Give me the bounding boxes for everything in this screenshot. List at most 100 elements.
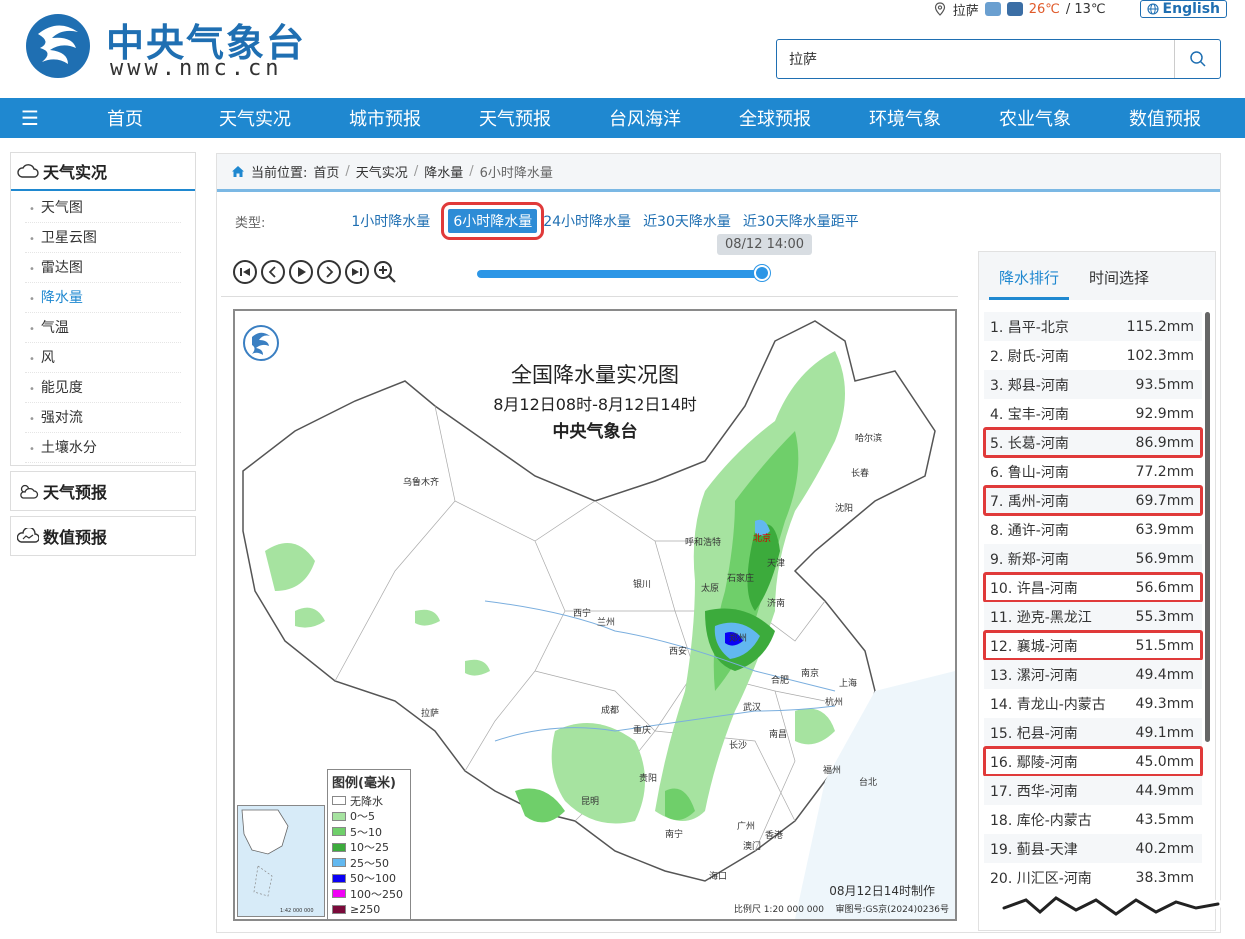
legend-label: 25～50 <box>350 856 389 870</box>
sidebar-head-numerical[interactable]: 数值预报 <box>11 517 195 555</box>
breadcrumb-home[interactable]: 首页 <box>313 162 339 181</box>
nav-observations[interactable]: 天气实况 <box>190 105 320 131</box>
ranking-panel: 降水排行 时间选择 1. 昌平-北京 115.2mm 2. 尉氏-河南 102.3mm… <box>978 251 1216 931</box>
next-frame-button[interactable] <box>317 260 341 284</box>
breadcrumb-observations[interactable]: 天气实况 <box>356 162 408 181</box>
ranking-row[interactable]: 10. 许昌-河南 56.6mm <box>983 572 1203 603</box>
precip-value: 56.9mm <box>1135 550 1194 567</box>
precipitation-map[interactable]: 乌鲁木齐 哈尔滨 长春 沈阳 呼和浩特 北京 天津 银川 太原 石家庄 济南 西… <box>233 309 957 921</box>
ranking-row[interactable]: 17. 西华-河南 44.9mm <box>984 776 1202 805</box>
ranking-row[interactable]: 8. 通许-河南 63.9mm <box>984 515 1202 544</box>
tab-ranking[interactable]: 降水排行 <box>989 267 1070 300</box>
sidebar-head-label: 数值预报 <box>43 528 108 547</box>
menu-icon[interactable]: ☰ <box>0 98 60 138</box>
station-name: 2. 尉氏-河南 <box>990 348 1069 365</box>
ranking-row[interactable]: 11. 逊克-黑龙江 55.3mm <box>984 602 1202 631</box>
sidebar-item-temperature[interactable]: 气温 <box>25 313 181 343</box>
ranking-row[interactable]: 5. 长葛-河南 86.9mm <box>983 427 1203 458</box>
nav-home[interactable]: 首页 <box>60 105 190 131</box>
tab-time-select[interactable]: 时间选择 <box>1079 267 1159 300</box>
ranking-row[interactable]: 3. 郏县-河南 93.5mm <box>984 370 1202 399</box>
precip-value: 40.2mm <box>1135 840 1194 857</box>
nav-global-forecast[interactable]: 全球预报 <box>710 105 840 131</box>
type-30d[interactable]: 近30天降水量 <box>643 211 731 231</box>
sidebar-head-observations[interactable]: 天气实况 <box>11 153 195 191</box>
type-30d-anomaly[interactable]: 近30天降水量距平 <box>743 211 859 231</box>
legend-row: 0～5 <box>332 809 406 825</box>
ranking-row[interactable]: 4. 宝丰-河南 92.9mm <box>984 399 1202 428</box>
station-name: 4. 宝丰-河南 <box>990 406 1069 423</box>
play-button[interactable] <box>289 260 313 284</box>
ranking-row[interactable]: 14. 青龙山-内蒙古 49.3mm <box>984 689 1202 718</box>
cloud-icon <box>17 164 39 178</box>
time-slider-track[interactable] <box>477 270 767 278</box>
sidebar-head-forecast[interactable]: 天气预报 <box>11 472 195 510</box>
sidebar-section-forecast[interactable]: 天气预报 <box>10 471 196 511</box>
ranking-row[interactable]: 7. 禹州-河南 69.7mm <box>983 485 1203 516</box>
ranking-row[interactable]: 9. 新郑-河南 56.9mm <box>984 544 1202 573</box>
prev-frame-button[interactable] <box>261 260 285 284</box>
sidebar-section-numerical[interactable]: 数值预报 <box>10 516 196 556</box>
map-title: 全国降水量实况图 <box>511 363 679 387</box>
precip-value: 69.7mm <box>1135 492 1194 509</box>
city-label: 银川 <box>633 578 651 590</box>
ranking-row[interactable]: 19. 蓟县-天津 40.2mm <box>984 834 1202 863</box>
city-label: 香港 <box>765 829 783 841</box>
sidebar-item-weather-map[interactable]: 天气图 <box>25 193 181 223</box>
city-label: 西宁 <box>573 607 591 619</box>
time-slider-handle[interactable] <box>754 265 770 281</box>
home-icon <box>232 166 244 177</box>
station-name: 18. 库伦-内蒙古 <box>990 812 1092 829</box>
current-location[interactable]: 拉萨 <box>953 0 979 19</box>
nav-typhoon-ocean[interactable]: 台风海洋 <box>580 105 710 131</box>
breadcrumb-precipitation[interactable]: 降水量 <box>424 162 463 181</box>
time-tooltip: 08/12 14:00 <box>717 234 813 255</box>
last-frame-button[interactable] <box>345 260 369 284</box>
search-input[interactable] <box>777 40 1174 78</box>
english-button[interactable]: English <box>1139 0 1227 18</box>
nmc-logo-icon[interactable] <box>22 12 94 80</box>
ranking-row[interactable]: 16. 鄢陵-河南 45.0mm <box>983 746 1203 777</box>
type-24h[interactable]: 24小时降水量 <box>543 211 631 231</box>
nav-agriculture[interactable]: 农业气象 <box>970 105 1100 131</box>
precip-value: 49.3mm <box>1135 695 1194 712</box>
nav-numerical[interactable]: 数值预报 <box>1100 105 1230 131</box>
legend-row: 50～100 <box>332 871 406 887</box>
ranking-row[interactable]: 2. 尉氏-河南 102.3mm <box>984 341 1202 370</box>
city-label: 澳门 <box>743 840 761 852</box>
sidebar-item-precipitation[interactable]: 降水量 <box>25 283 181 313</box>
sidebar-item-wind[interactable]: 风 <box>25 343 181 373</box>
city-label: 广州 <box>737 820 755 832</box>
first-frame-button[interactable] <box>233 260 257 284</box>
legend-swatch <box>332 811 346 821</box>
ranking-row[interactable]: 1. 昌平-北京 115.2mm <box>984 312 1202 341</box>
ranking-row[interactable]: 6. 鲁山-河南 77.2mm <box>984 457 1202 486</box>
ranking-row[interactable]: 13. 漯河-河南 49.4mm <box>984 660 1202 689</box>
sidebar-item-soil-moisture[interactable]: 土壤水分 <box>25 433 181 463</box>
ranking-row[interactable]: 18. 库伦-内蒙古 43.5mm <box>984 805 1202 834</box>
nav-weather-forecast[interactable]: 天气预报 <box>450 105 580 131</box>
ranking-scrollbar[interactable] <box>1205 312 1210 742</box>
nav-environment[interactable]: 环境气象 <box>840 105 970 131</box>
zoom-button[interactable] <box>373 260 397 284</box>
precip-value: 44.9mm <box>1135 782 1194 799</box>
nav-city-forecast[interactable]: 城市预报 <box>320 105 450 131</box>
sidebar-item-convection[interactable]: 强对流 <box>25 403 181 433</box>
search-button[interactable] <box>1174 40 1220 78</box>
legend-swatch <box>332 904 346 914</box>
precip-value: 92.9mm <box>1135 405 1194 422</box>
ranking-list: 1. 昌平-北京 115.2mm 2. 尉氏-河南 102.3mm 3. 郏县-河南 93… <box>983 312 1203 892</box>
location-pin-icon <box>934 2 945 16</box>
city-label: 福州 <box>823 764 841 776</box>
type-selector: 类型: 1小时降水量 6小时降水量 24小时降水量 近30天降水量 近30天降水… <box>235 202 871 240</box>
breadcrumb-current: 6小时降水量 <box>479 166 553 181</box>
sidebar-item-radar[interactable]: 雷达图 <box>25 253 181 283</box>
sidebar-item-visibility[interactable]: 能见度 <box>25 373 181 403</box>
skip-first-icon <box>240 268 250 276</box>
ranking-row[interactable]: 12. 襄城-河南 51.5mm <box>983 630 1203 661</box>
legend-swatch <box>332 889 346 899</box>
sidebar-item-satellite[interactable]: 卫星云图 <box>25 223 181 253</box>
type-6h[interactable]: 6小时降水量 <box>441 202 545 240</box>
type-1h[interactable]: 1小时降水量 <box>351 211 430 231</box>
ranking-row[interactable]: 15. 杞县-河南 49.1mm <box>984 718 1202 747</box>
